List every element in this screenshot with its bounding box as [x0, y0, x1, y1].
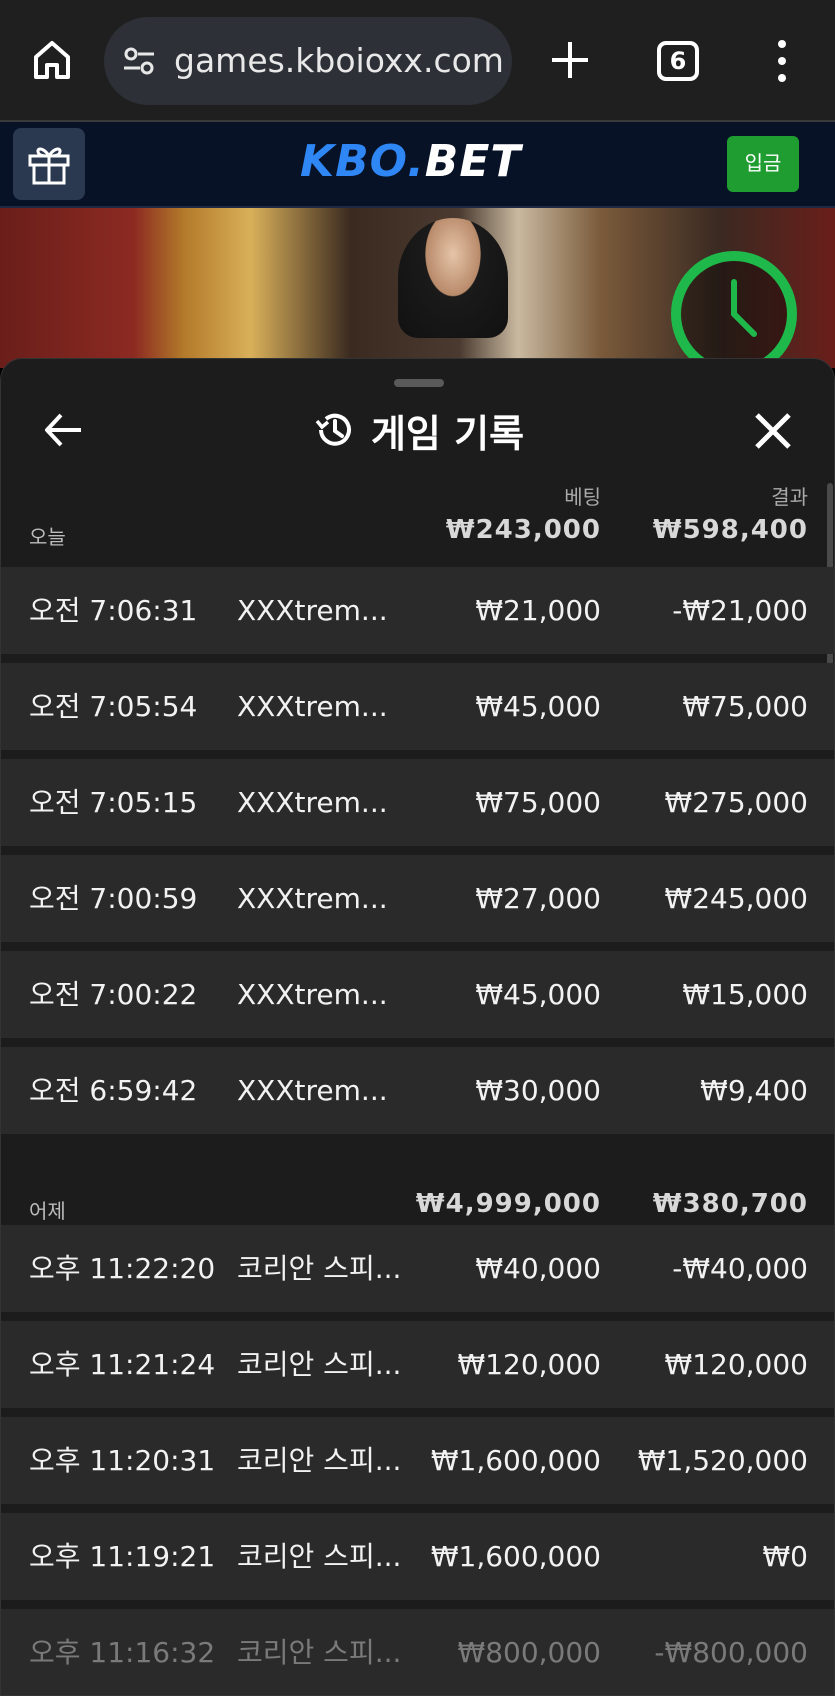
row-result: ₩245,000	[664, 882, 808, 915]
logo-kbo: KBO	[300, 136, 408, 187]
column-header-result: 결과	[771, 485, 808, 509]
timer-icon	[671, 251, 797, 368]
group-total-result: ₩598,400	[652, 515, 808, 545]
history-row[interactable]: 오후 11:16:32 코리안 스피... ₩800,000 -₩800,000	[1, 1609, 834, 1695]
history-row[interactable]: 오후 11:21:24 코리안 스피... ₩120,000 ₩120,000	[1, 1321, 834, 1408]
row-time: 오전 7:06:31	[29, 594, 198, 627]
column-header-bet: 베팅	[564, 485, 601, 509]
tab-switcher-button[interactable]: 6	[657, 41, 699, 81]
history-row[interactable]: 오전 7:05:15 XXXtrem... ₩75,000 ₩275,000	[1, 759, 834, 846]
row-time: 오전 6:59:42	[29, 1074, 198, 1107]
close-icon[interactable]	[753, 411, 793, 451]
url-text[interactable]: games.kboioxx.com/	[174, 17, 504, 105]
sheet-title: 게임 기록	[370, 411, 525, 456]
address-bar[interactable]: games.kboioxx.com/	[104, 17, 512, 105]
more-menu-icon[interactable]	[770, 38, 794, 84]
group-total-bet: ₩243,000	[445, 515, 601, 545]
row-bet: ₩30,000	[475, 1074, 601, 1107]
row-bet: ₩1,600,000	[430, 1444, 601, 1477]
row-game: 코리안 스피...	[237, 1444, 402, 1477]
logo-dot: .	[407, 136, 425, 187]
row-game: XXXtrem...	[237, 882, 388, 915]
group-total-result: ₩380,700	[652, 1189, 808, 1219]
row-result: ₩275,000	[664, 786, 808, 819]
row-bet: ₩27,000	[475, 882, 601, 915]
history-row[interactable]: 오후 11:22:20 코리안 스피... ₩40,000 -₩40,000	[1, 1225, 834, 1312]
group-header-today: 베팅 결과 오늘 ₩243,000 ₩598,400	[1, 479, 834, 559]
row-result: ₩15,000	[682, 978, 808, 1011]
logo-bet: BET	[424, 136, 522, 187]
row-time: 오후 11:16:32	[29, 1636, 216, 1669]
row-result: -₩40,000	[672, 1252, 808, 1285]
row-game: 코리안 스피...	[237, 1636, 402, 1669]
browser-toolbar: games.kboioxx.com/ 6	[0, 0, 835, 122]
new-tab-icon[interactable]	[548, 38, 592, 82]
site-logo[interactable]: KBO.BET	[300, 136, 521, 187]
row-time: 오후 11:20:31	[29, 1444, 216, 1477]
row-time: 오전 7:00:22	[29, 978, 198, 1011]
site-settings-icon[interactable]	[122, 45, 156, 77]
row-game: XXXtrem...	[237, 1074, 388, 1107]
history-row[interactable]: 오전 6:59:42 XXXtrem... ₩30,000 ₩9,400	[1, 1047, 834, 1134]
home-icon[interactable]	[28, 35, 76, 83]
row-bet: ₩45,000	[475, 978, 601, 1011]
row-time: 오후 11:22:20	[29, 1252, 216, 1285]
row-result: -₩800,000	[654, 1636, 808, 1669]
row-game: 코리안 스피...	[237, 1348, 402, 1381]
group-label: 오늘	[29, 525, 66, 549]
live-video[interactable]	[0, 208, 835, 368]
row-game: XXXtrem...	[237, 978, 388, 1011]
gift-button[interactable]	[13, 128, 85, 200]
row-result: -₩21,000	[672, 594, 808, 627]
row-bet: ₩40,000	[475, 1252, 601, 1285]
row-game: 코리안 스피...	[237, 1252, 402, 1285]
gift-icon	[28, 147, 70, 185]
game-history-sheet: 게임 기록 베팅 결과 오늘 ₩243,000 ₩598,400 오전 7:06…	[0, 358, 835, 1696]
row-bet: ₩45,000	[475, 690, 601, 723]
row-time: 오전 7:05:54	[29, 690, 198, 723]
group-header-yesterday: 어제 ₩4,999,000 ₩380,700	[1, 1167, 834, 1225]
history-icon	[315, 413, 351, 446]
group-total-bet: ₩4,999,000	[415, 1189, 601, 1219]
history-row[interactable]: 오후 11:19:21 코리안 스피... ₩1,600,000 ₩0	[1, 1513, 834, 1600]
history-row[interactable]: 오전 7:00:22 XXXtrem... ₩45,000 ₩15,000	[1, 951, 834, 1038]
history-row[interactable]: 오전 7:06:31 XXXtrem... ₩21,000 -₩21,000	[1, 567, 834, 654]
site-header: KBO.BET 입금	[0, 122, 835, 208]
history-row[interactable]: 오후 11:20:31 코리안 스피... ₩1,600,000 ₩1,520,…	[1, 1417, 834, 1504]
row-bet: ₩120,000	[457, 1348, 601, 1381]
row-bet: ₩800,000	[457, 1636, 601, 1669]
row-time: 오후 11:19:21	[29, 1540, 216, 1573]
row-game: XXXtrem...	[237, 594, 388, 627]
row-game: XXXtrem...	[237, 786, 388, 819]
row-result: ₩0	[762, 1540, 809, 1573]
row-bet: ₩21,000	[475, 594, 601, 627]
row-result: ₩9,400	[700, 1074, 808, 1107]
history-row[interactable]: 오전 7:05:54 XXXtrem... ₩45,000 ₩75,000	[1, 663, 834, 750]
group-label: 어제	[29, 1199, 66, 1223]
row-result: ₩1,520,000	[637, 1444, 808, 1477]
row-game: XXXtrem...	[237, 690, 388, 723]
row-bet: ₩1,600,000	[430, 1540, 601, 1573]
row-result: ₩75,000	[682, 690, 808, 723]
row-game: 코리안 스피...	[237, 1540, 402, 1573]
history-list-yesterday: 오후 11:22:20 코리안 스피... ₩40,000 -₩40,000 오…	[1, 1225, 834, 1695]
dealer-image	[398, 218, 508, 338]
history-row[interactable]: 오전 7:00:59 XXXtrem... ₩27,000 ₩245,000	[1, 855, 834, 942]
row-bet: ₩75,000	[475, 786, 601, 819]
row-time: 오전 7:00:59	[29, 882, 198, 915]
sheet-drag-handle[interactable]	[394, 379, 444, 387]
deposit-button[interactable]: 입금	[727, 136, 799, 192]
row-result: ₩120,000	[664, 1348, 808, 1381]
row-time: 오후 11:21:24	[29, 1348, 216, 1381]
row-time: 오전 7:05:15	[29, 786, 198, 819]
sheet-header: 게임 기록	[1, 395, 834, 465]
history-list-today: 오전 7:06:31 XXXtrem... ₩21,000 -₩21,000 오…	[1, 567, 834, 1143]
